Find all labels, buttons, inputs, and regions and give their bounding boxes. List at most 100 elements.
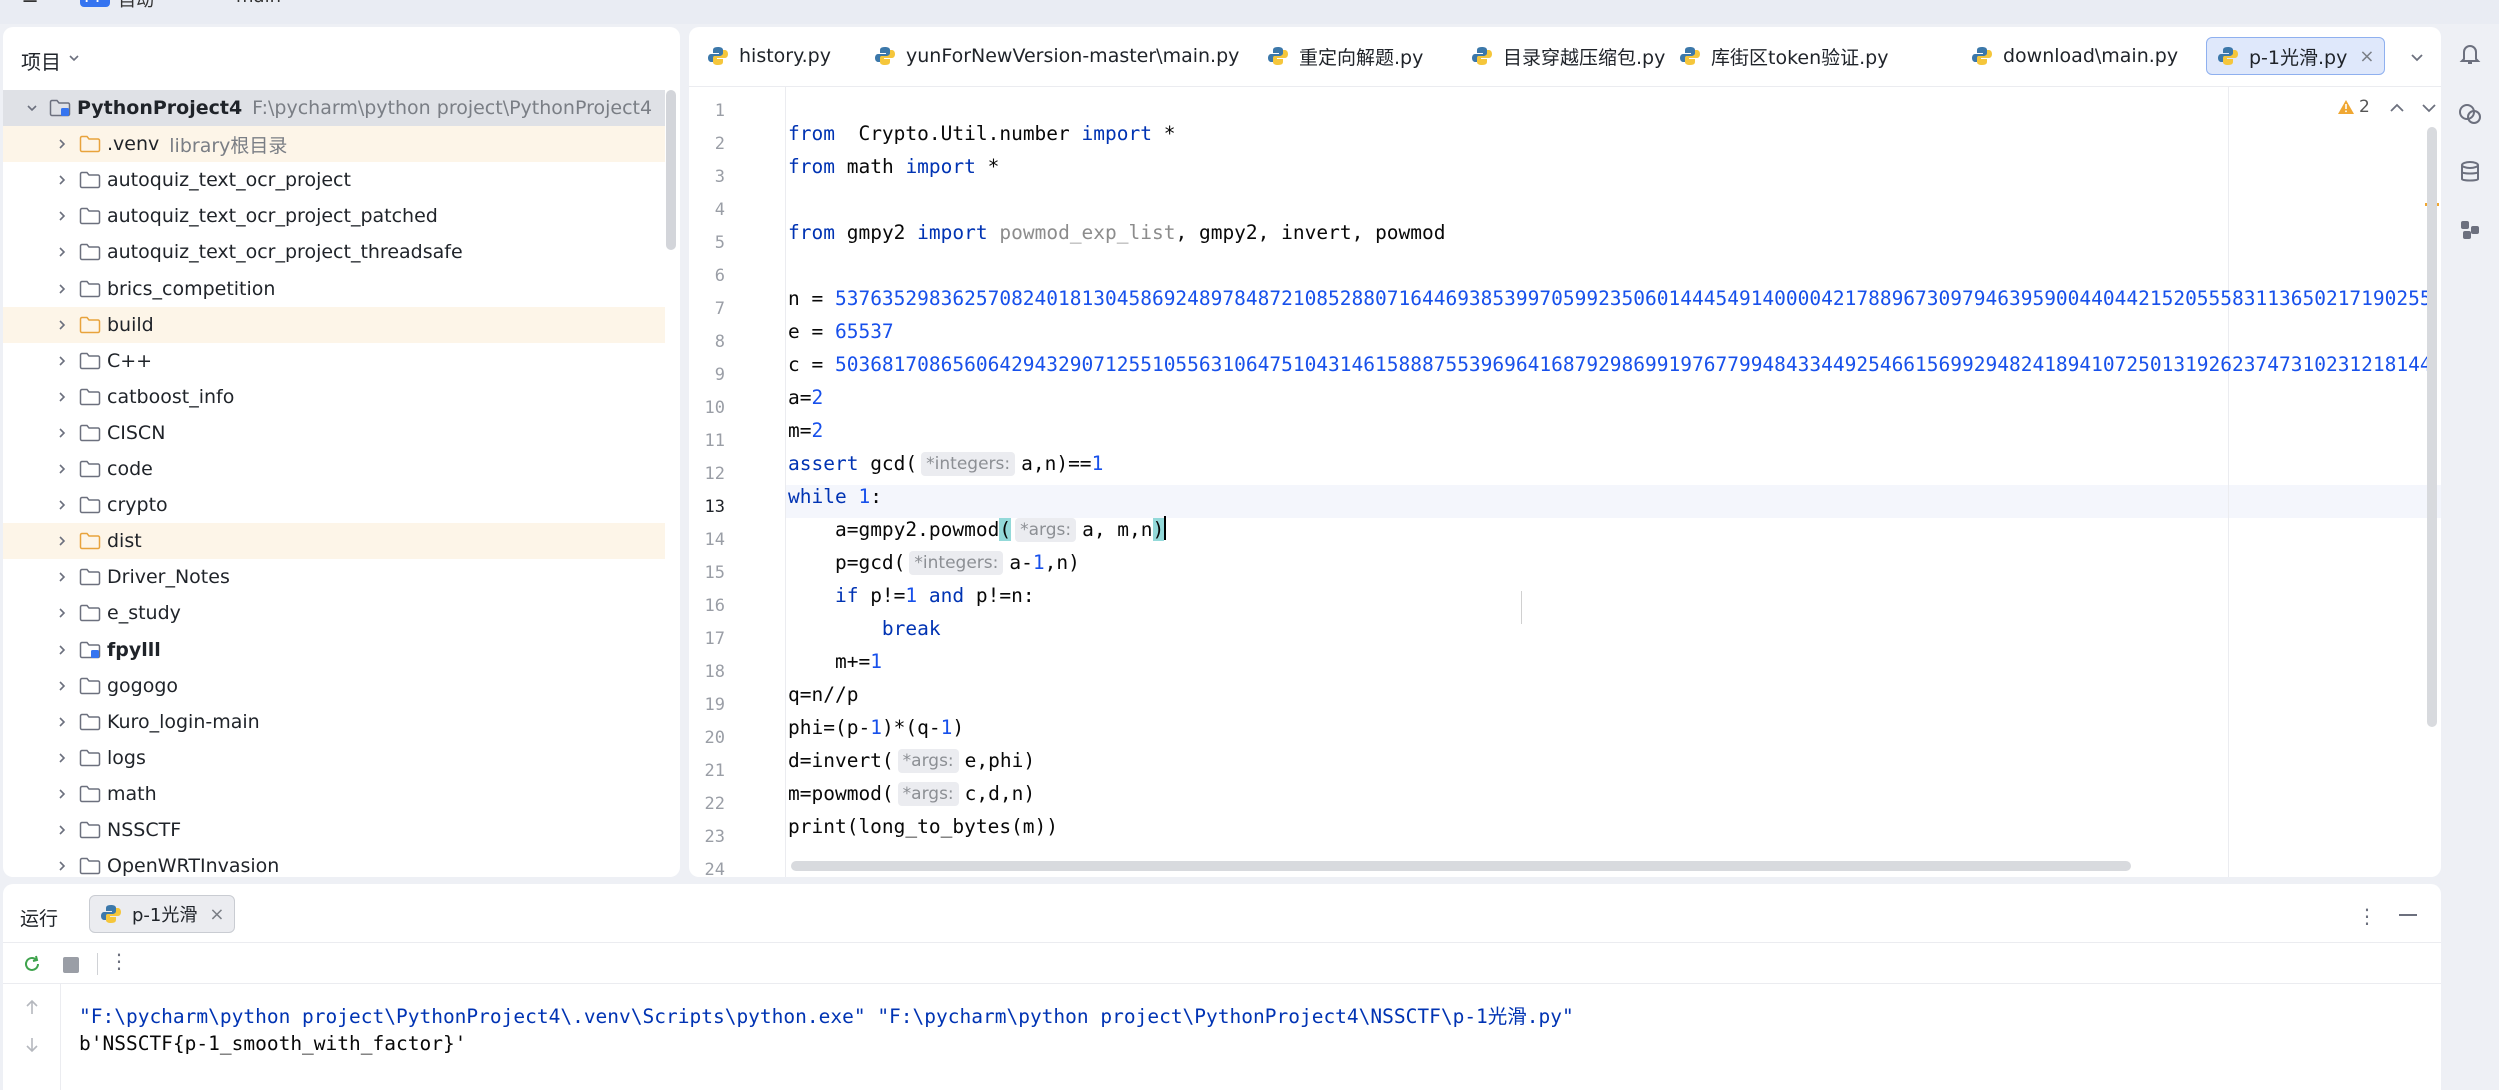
line-number[interactable]: 11 [689,425,725,458]
chevron-right-icon[interactable] [55,137,69,151]
tree-item[interactable]: crypto [3,487,665,523]
tree-item[interactable]: build [3,307,665,343]
minimize-icon[interactable] [2399,914,2417,916]
arrow-up-icon[interactable] [23,998,41,1016]
console-output-line[interactable]: b'NSSCTF{p-1_smooth_with_factor}' [79,1032,466,1055]
rerun-icon[interactable] [21,953,43,975]
line-number[interactable]: 6 [689,260,725,293]
chevron-up-down-icon[interactable] [2385,99,2441,117]
line-number[interactable]: 13 [689,491,725,524]
project-panel-title[interactable]: 项目 [21,46,61,75]
chevron-right-icon[interactable] [55,282,69,296]
tree-item[interactable]: logs [3,740,665,776]
tree-item[interactable]: catboost_info [3,379,665,415]
editor-horizontal-scrollbar[interactable] [791,861,2131,871]
chevron-right-icon[interactable] [55,751,69,765]
line-number-gutter[interactable]: 1 2 3 4 5 6 7 8 9 10 11 12 13 14 15 16 17 18 19 20 21 22 23 24 [689,87,786,877]
line-number[interactable]: 16 [689,590,725,623]
tree-item[interactable]: e_study [3,595,665,631]
code-line-7[interactable]: e = 65537 [788,315,894,348]
chevron-right-icon[interactable] [55,823,69,837]
line-number[interactable]: 3 [689,161,725,194]
tree-item[interactable]: .venv library根目录 [3,126,665,162]
editor-tab[interactable]: history.py [697,37,841,75]
tree-item[interactable]: autoquiz_text_ocr_project_patched [3,198,665,234]
chevron-right-icon[interactable] [55,715,69,729]
code-line-4[interactable]: from gmpy2 import powmod_exp_list, gmpy2… [788,216,1446,249]
line-number[interactable]: 18 [689,656,725,689]
tree-item[interactable]: gogogo [3,668,665,704]
tree-item[interactable]: fpylll [3,632,665,668]
line-number[interactable]: 20 [689,722,725,755]
line-number[interactable]: 7 [689,293,725,326]
line-number[interactable]: 9 [689,359,725,392]
tree-item[interactable]: code [3,451,665,487]
close-icon[interactable]: × [2359,46,2374,67]
code-line-18[interactable]: q=n//p [788,678,858,711]
chevron-right-icon[interactable] [55,426,69,440]
code-line-2[interactable]: from math import * [788,150,999,183]
chevron-down-icon[interactable] [67,51,81,65]
tree-root-item[interactable]: PythonProject4 F:\pycharm\python project\… [3,90,665,126]
chevron-right-icon[interactable] [55,354,69,368]
console-command-line[interactable]: "F:\pycharm\python project\PythonProject… [79,1000,1574,1029]
line-number[interactable]: 23 [689,821,725,854]
chevron-right-icon[interactable] [55,318,69,332]
close-icon[interactable]: × [209,904,224,925]
project-scrollbar[interactable] [666,90,676,250]
chevron-right-icon[interactable] [55,534,69,548]
editor-tab[interactable]: 重定向解题.py [1257,37,1433,75]
database-icon[interactable] [2456,158,2484,186]
chevron-right-icon[interactable] [55,787,69,801]
project-badge[interactable]: PP [80,0,110,7]
editor-tab[interactable]: 库街区token验证.py [1669,37,1898,75]
code-line-10[interactable]: m=2 [788,414,823,447]
editor-tab[interactable]: p-1光滑.py × [2206,37,2386,75]
chevron-right-icon[interactable] [55,390,69,404]
chevron-right-icon[interactable] [55,606,69,620]
chevron-right-icon[interactable] [55,570,69,584]
project-switcher[interactable]: 自动 [118,0,154,12]
run-config-tab[interactable]: p-1光滑 × [89,895,236,933]
tree-item[interactable]: math [3,776,665,812]
more-options-icon[interactable]: ⋮ [109,949,129,973]
chevron-right-icon[interactable] [55,643,69,657]
tree-item[interactable]: Kuro_login-main [3,704,665,740]
code-line-8[interactable]: c = 503681708656064294329071255105563106… [788,348,2432,381]
line-number[interactable]: 8 [689,326,725,359]
tree-item[interactable]: autoquiz_text_ocr_project_threadsafe [3,234,665,270]
arrow-down-icon[interactable] [23,1036,41,1054]
code-line-1[interactable]: from Crypto.Util.number import * [788,117,1175,150]
editor-tab[interactable]: 目录穿越压缩包.py [1461,37,1675,75]
line-number[interactable]: 24 [689,854,725,877]
tree-item[interactable]: CISCN [3,415,665,451]
more-options-icon[interactable]: ⋮ [2357,904,2377,928]
line-number[interactable]: 1 [689,95,725,128]
code-line-9[interactable]: a=2 [788,381,823,414]
line-number[interactable]: 10 [689,392,725,425]
code-line-12[interactable]: while 1: [788,480,882,513]
python-packages-icon[interactable] [2456,216,2484,244]
code-line-19[interactable]: phi=(p-1)*(q-1) [788,711,964,744]
code-line-15[interactable]: if p!=1 and p!=n: [788,579,1035,612]
code-line-16[interactable]: break [788,612,941,645]
stop-icon[interactable] [63,957,79,973]
chevron-down-icon[interactable] [25,101,39,115]
line-number[interactable]: 14 [689,524,725,557]
editor-tab[interactable]: yunForNewVersion-master\main.py [864,37,1249,75]
chevron-right-icon[interactable] [55,498,69,512]
line-number[interactable]: 5 [689,227,725,260]
tree-item[interactable]: OpenWRTInvasion [3,848,665,877]
code-line-21[interactable]: m=powmod(*args: c,d,n) [788,777,1035,810]
line-number[interactable]: 22 [689,788,725,821]
line-number[interactable]: 17 [689,623,725,656]
code-line-13[interactable]: a=gmpy2.powmod(*args: a, m,n) [788,513,1167,546]
line-number[interactable]: 15 [689,557,725,590]
inspection-widget[interactable]: 2 [2337,97,2370,117]
chevron-right-icon[interactable] [55,462,69,476]
code-line-22[interactable]: print(long_to_bytes(m)) [788,810,1058,843]
code-line-14[interactable]: p=gcd(*integers: a-1,n) [788,546,1080,579]
chevron-right-icon[interactable] [55,859,69,873]
branch-switcher[interactable]: main [236,0,281,7]
line-number[interactable]: 19 [689,689,725,722]
